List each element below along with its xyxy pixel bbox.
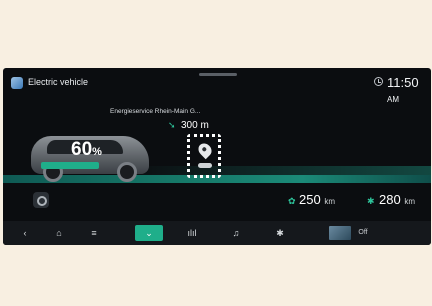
infotainment-screen: Electric vehicle 11:50 AM 60% Energieser… xyxy=(3,68,431,245)
ev-settings-button[interactable] xyxy=(33,192,49,208)
charging-station-name: Energieservice Rhein-Main G... xyxy=(110,108,201,115)
media-off-label[interactable]: Off xyxy=(355,225,371,241)
ev-button[interactable]: ⌄ xyxy=(135,225,163,241)
clock-time: 11:50 xyxy=(387,75,419,90)
clock: 11:50 AM xyxy=(387,75,431,105)
battery-level-bar xyxy=(41,162,99,169)
direction-arrow-icon: ➘ xyxy=(168,120,176,130)
charging-station-marker[interactable] xyxy=(187,134,221,178)
location-pin-icon xyxy=(195,140,215,160)
eco-range-icon: ✿ xyxy=(288,196,296,206)
normal-range-value: 280 xyxy=(379,192,401,207)
eco-range-unit: km xyxy=(324,197,335,206)
top-bar: Electric vehicle 11:50 AM xyxy=(3,68,431,104)
energy-stats-button[interactable]: ılıl xyxy=(185,225,199,241)
rear-wheel xyxy=(117,162,137,182)
media-button[interactable]: ♫ xyxy=(229,225,243,241)
app-title: Electric vehicle xyxy=(28,77,89,87)
alarm-icon xyxy=(374,77,383,86)
home-button[interactable]: ⌂ xyxy=(52,225,66,241)
charging-station-distance: 300 m xyxy=(181,120,209,131)
battery-percent: 60% xyxy=(71,139,102,161)
normal-range-unit: km xyxy=(404,197,415,206)
route-track-glow xyxy=(123,166,431,175)
electric-vehicle-app-icon xyxy=(11,77,23,89)
battery-percent-sign: % xyxy=(92,146,102,158)
media-thumbnail[interactable] xyxy=(329,226,351,240)
eco-range-value: 250 xyxy=(299,192,321,207)
battery-percent-value: 60 xyxy=(71,139,93,160)
eco-range: 250 km xyxy=(299,192,335,207)
climate-range-icon: ✱ xyxy=(367,196,375,206)
clock-suffix: AM xyxy=(387,95,399,104)
bottom-navigation-bar: ‹ ⌂ ≡ ⌄ ılıl ♫ ✱ Off xyxy=(3,221,431,245)
pin-base xyxy=(198,163,212,168)
menu-button[interactable]: ≡ xyxy=(87,225,101,241)
settings-button[interactable]: ✱ xyxy=(273,225,287,241)
back-button[interactable]: ‹ xyxy=(19,225,31,241)
normal-range: 280 km xyxy=(379,192,415,207)
